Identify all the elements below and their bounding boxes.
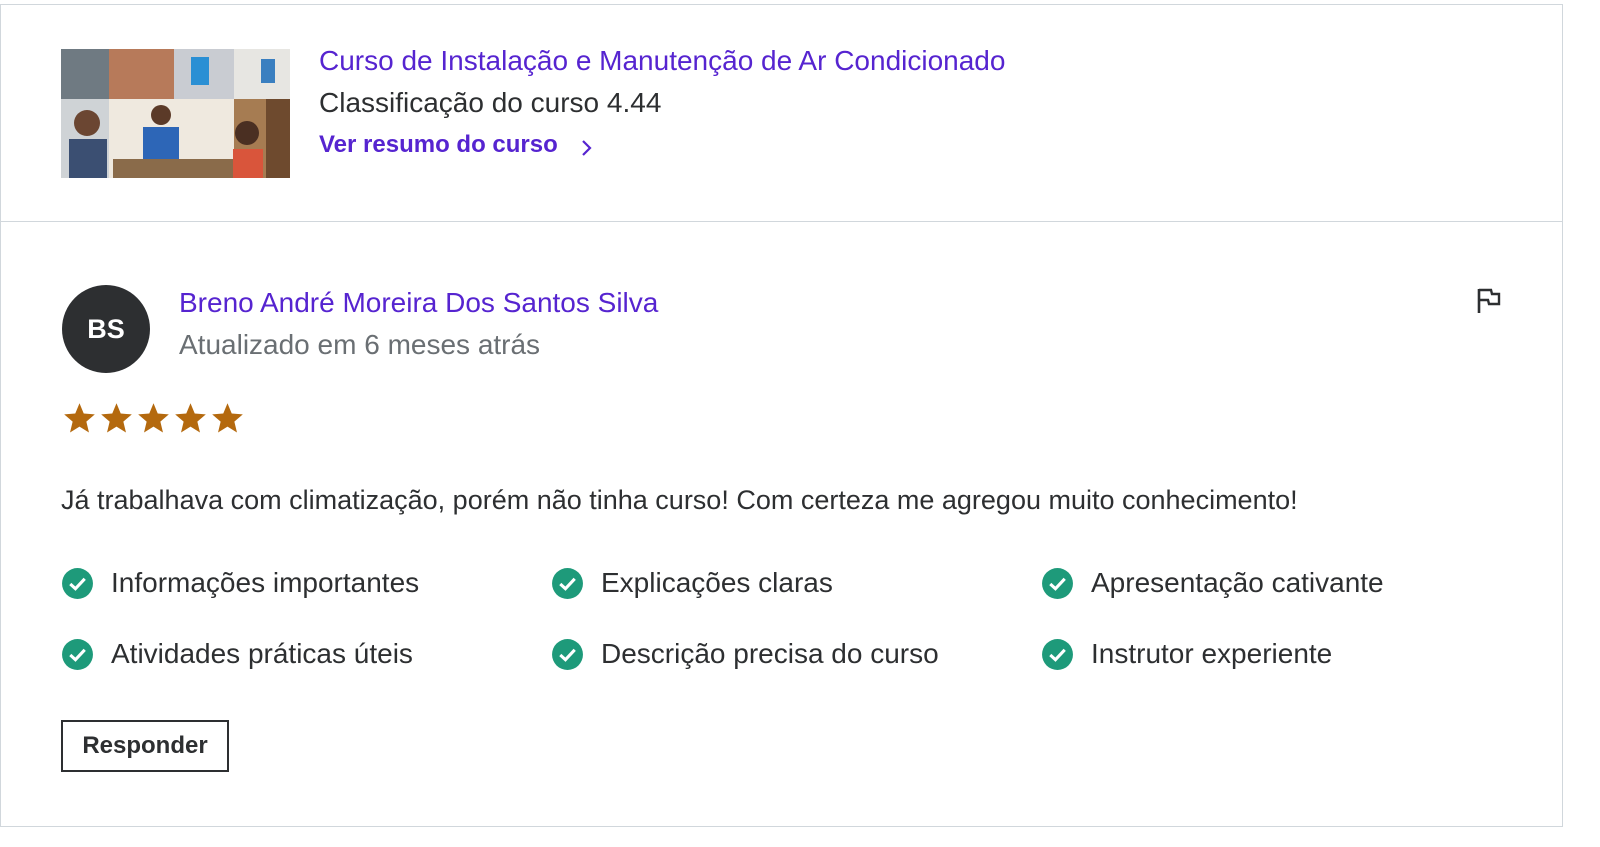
reply-button[interactable]: Responder xyxy=(61,720,229,772)
tag-label: Informações importantes xyxy=(111,567,420,598)
check-circle-icon xyxy=(1042,567,1073,599)
star-icon xyxy=(212,403,243,433)
star-icon xyxy=(175,403,206,433)
check-circle-icon xyxy=(62,567,93,599)
review-comment: Já trabalhava com climatização, porém nã… xyxy=(61,485,1298,515)
course-header: Curso de Instalação e Manutenção de Ar C… xyxy=(1,5,1562,222)
tag-label: Explicações claras xyxy=(601,567,833,598)
tag-label: Instrutor experiente xyxy=(1091,638,1333,669)
tag-label: Atividades práticas úteis xyxy=(111,638,413,669)
tag-item: Explicações claras xyxy=(551,567,1041,599)
review-card: Curso de Instalação e Manutenção de Ar C… xyxy=(0,4,1563,827)
star-icon xyxy=(64,403,95,433)
review-section: BS Breno André Moreira Dos Santos Silva … xyxy=(1,223,1562,827)
tag-label: Apresentação cativante xyxy=(1091,567,1384,598)
tag-item: Atividades práticas úteis xyxy=(61,638,551,670)
check-circle-icon xyxy=(552,638,583,670)
tag-label: Descrição precisa do curso xyxy=(601,638,939,669)
review-tags: Informações importantes Explicações clar… xyxy=(61,567,1541,670)
star-icon xyxy=(101,403,132,433)
chevron-right-icon xyxy=(580,136,594,156)
course-thumbnail[interactable] xyxy=(61,49,290,178)
check-circle-icon xyxy=(552,567,583,599)
course-rating: Classificação do curso 4.44 xyxy=(319,87,662,118)
star-icon xyxy=(138,403,169,433)
tag-item: Instrutor experiente xyxy=(1041,638,1531,670)
reviewer-name[interactable]: Breno André Moreira Dos Santos Silva xyxy=(179,287,658,319)
review-updated-time: Atualizado em 6 meses atrás xyxy=(179,329,541,360)
check-circle-icon xyxy=(1042,638,1073,670)
star-rating xyxy=(62,401,245,436)
tag-item: Descrição precisa do curso xyxy=(551,638,1041,670)
flag-icon[interactable] xyxy=(1473,285,1505,317)
avatar: BS xyxy=(62,285,150,373)
view-course-summary-label: Ver resumo do curso xyxy=(319,131,558,158)
tag-item: Informações importantes xyxy=(61,567,551,599)
tag-item: Apresentação cativante xyxy=(1041,567,1531,599)
check-circle-icon xyxy=(62,638,93,670)
view-course-summary-link[interactable]: Ver resumo do curso xyxy=(319,131,594,159)
course-title-link[interactable]: Curso de Instalação e Manutenção de Ar C… xyxy=(319,45,1005,77)
